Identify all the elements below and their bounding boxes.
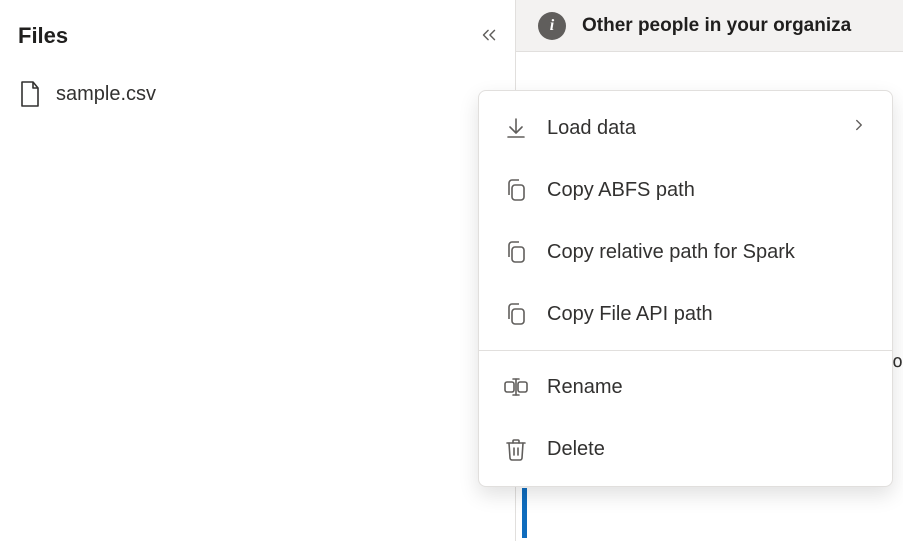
chevron-right-icon [850,116,868,140]
menu-label: Load data [547,117,832,140]
cell-indicator [522,488,527,538]
copy-icon [503,301,529,327]
menu-item-copy-spark-path[interactable]: Copy relative path for Spark [479,221,892,283]
menu-label: Rename [547,376,868,399]
sidebar-title: Files [18,23,68,49]
menu-label: Copy File API path [547,303,868,326]
menu-label: Copy relative path for Spark [547,241,868,264]
menu-label: Copy ABFS path [547,179,868,202]
menu-item-delete[interactable]: Delete [479,418,892,480]
info-bar-message: Other people in your organiza [582,15,851,37]
files-sidebar: Files sample.csv [0,0,515,541]
collapse-sidebar-button[interactable] [473,20,505,52]
file-item-sample-csv[interactable]: sample.csv [18,76,515,112]
copy-icon [503,177,529,203]
file-name-label: sample.csv [56,83,156,106]
file-list: sample.csv [0,54,515,112]
menu-item-rename[interactable]: Rename [479,356,892,418]
download-icon [503,115,529,141]
info-icon: i [538,12,566,40]
trash-icon [503,436,529,462]
menu-divider [479,350,892,351]
menu-label: Delete [547,438,868,461]
menu-item-load-data[interactable]: Load data [479,97,892,159]
sidebar-header: Files [0,18,515,54]
rename-icon [503,374,529,400]
copy-icon [503,239,529,265]
info-bar: i Other people in your organiza [516,0,903,52]
file-icon [18,80,42,108]
chevron-double-left-icon [478,24,500,49]
menu-item-copy-abfs-path[interactable]: Copy ABFS path [479,159,892,221]
menu-item-copy-fileapi-path[interactable]: Copy File API path [479,283,892,345]
file-context-menu: Load data Copy ABFS path Copy relative p… [478,90,893,487]
